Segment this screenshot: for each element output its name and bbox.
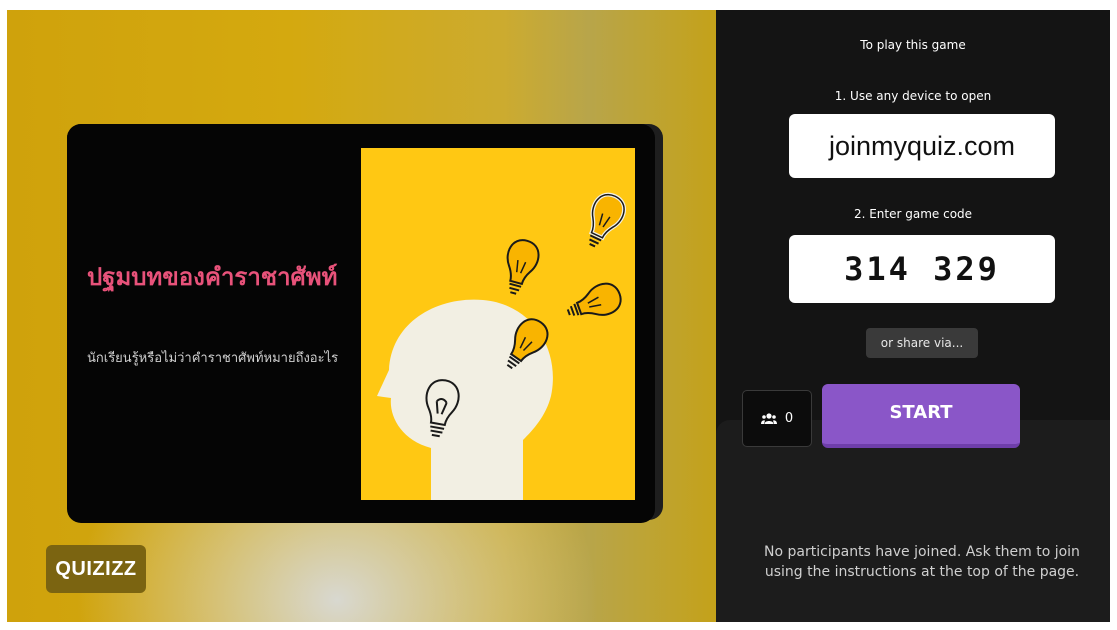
join-instructions-panel: To play this game 1. Use any device to o… [716, 10, 1110, 622]
lightbulb-icon [588, 192, 626, 248]
quiz-title: ปฐมบทของคำราชาศัพท์ [87, 263, 338, 291]
game-code: 314 329 [789, 235, 1055, 303]
lightbulb-icon [506, 239, 540, 295]
quiz-preview-pane: ปฐมบทของคำราชาศัพท์ นักเรียนรู้หรือไม่ว่… [7, 10, 716, 622]
share-button[interactable]: or share via... [866, 328, 978, 358]
quiz-description: นักเรียนรู้หรือไม่ว่าคำราชาศัพท์หมายถึงอ… [87, 351, 339, 366]
quiz-cover-image [361, 148, 635, 500]
users-icon [760, 412, 777, 424]
game-lobby: ปฐมบทของคำราชาศัพท์ นักเรียนรู้หรือไม่ว่… [7, 10, 1110, 622]
participants-area [716, 420, 1110, 622]
join-url: joinmyquiz.com [789, 114, 1055, 178]
step-1-label: 1. Use any device to open [834, 89, 992, 103]
quiz-card: ปฐมบทของคำราชาศัพท์ นักเรียนรู้หรือไม่ว่… [67, 124, 655, 523]
quizizz-logo: QUIZIZZ [46, 545, 146, 593]
start-button[interactable]: START [822, 384, 1020, 448]
lightbulb-icon [566, 282, 622, 316]
step-2-label: 2. Enter game code [853, 207, 973, 221]
head-lightbulbs-illustration [377, 192, 626, 500]
panel-heading: To play this game [860, 38, 966, 52]
participant-count: 0 [784, 411, 794, 426]
no-participants-message: No participants have joined. Ask them to… [764, 544, 1080, 580]
participant-count-badge: 0 [742, 390, 812, 447]
